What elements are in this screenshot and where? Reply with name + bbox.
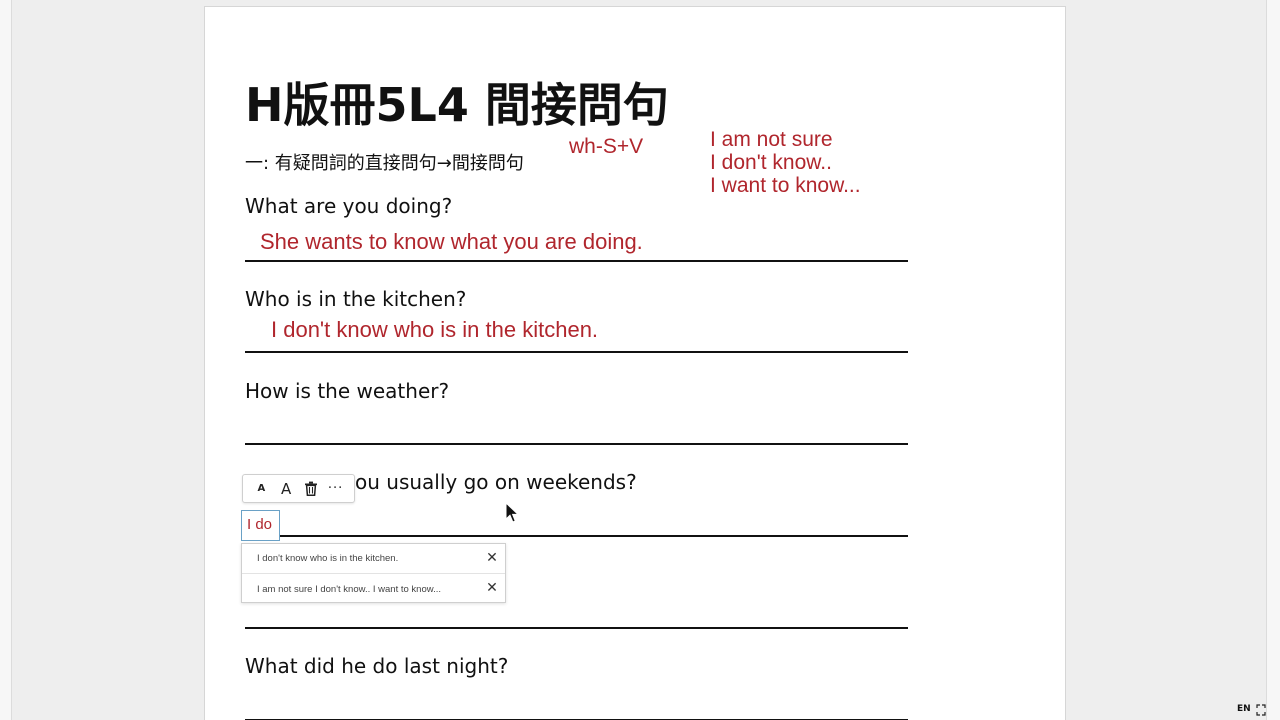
mouse-cursor-icon bbox=[505, 502, 519, 523]
fullscreen-icon[interactable] bbox=[1256, 704, 1266, 716]
text-format-toolbar: A A ··· bbox=[242, 474, 355, 503]
suggestion-text: I am not sure I don't know.. I want to k… bbox=[257, 583, 441, 595]
section-subtitle: 一: 有疑問詞的直接問句→間接問句 bbox=[245, 153, 524, 174]
answer-line-4 bbox=[245, 535, 908, 537]
page-title: H版冊5L4 間接問句 bbox=[245, 78, 669, 132]
answer-line-5 bbox=[245, 627, 908, 629]
close-icon[interactable]: ✕ bbox=[485, 581, 499, 595]
decrease-font-button[interactable]: A bbox=[250, 478, 272, 500]
close-icon[interactable]: ✕ bbox=[485, 551, 499, 565]
question-3: How is the weather? bbox=[245, 379, 450, 403]
trash-icon bbox=[304, 481, 317, 496]
question-4: ou usually go on weekends? bbox=[355, 470, 637, 494]
question-6: What did he do last night? bbox=[245, 654, 509, 678]
suggestion-list: I don't know who is in the kitchen. ✕ I … bbox=[241, 543, 506, 603]
left-gutter bbox=[0, 0, 12, 720]
answer-2[interactable]: I don't know who is in the kitchen. bbox=[271, 317, 598, 343]
annotation-wh-s-v[interactable]: wh-S+V bbox=[569, 135, 643, 159]
answer-1[interactable]: She wants to know what you are doing. bbox=[260, 229, 643, 255]
right-scrollbar-track[interactable] bbox=[1266, 0, 1280, 720]
annotation-phrase: I am not sure bbox=[710, 128, 833, 151]
suggestion-text: I don't know who is in the kitchen. bbox=[257, 553, 399, 564]
annotation-phrases[interactable]: I am not sure I don't know.. I want to k… bbox=[710, 128, 861, 197]
increase-font-button[interactable]: A bbox=[275, 478, 297, 500]
answer-line-1 bbox=[245, 260, 908, 262]
question-1: What are you doing? bbox=[245, 194, 453, 218]
suggestion-item[interactable]: I am not sure I don't know.. I want to k… bbox=[242, 574, 505, 604]
annotation-phrase: I want to know... bbox=[710, 174, 861, 197]
question-2: Who is in the kitchen? bbox=[245, 287, 467, 311]
answer-line-3 bbox=[245, 443, 908, 445]
answer-line-2 bbox=[245, 351, 908, 353]
suggestion-item[interactable]: I don't know who is in the kitchen. ✕ bbox=[242, 544, 505, 574]
annotation-phrase: I don't know.. bbox=[710, 151, 832, 174]
answer-text-input[interactable]: I do bbox=[241, 510, 280, 541]
document-page: H版冊5L4 間接問句 一: 有疑問詞的直接問句→間接問句 wh-S+V I a… bbox=[204, 6, 1066, 720]
more-options-button[interactable]: ··· bbox=[325, 478, 347, 500]
language-indicator[interactable]: EN bbox=[1237, 704, 1251, 714]
delete-button[interactable] bbox=[300, 478, 322, 500]
